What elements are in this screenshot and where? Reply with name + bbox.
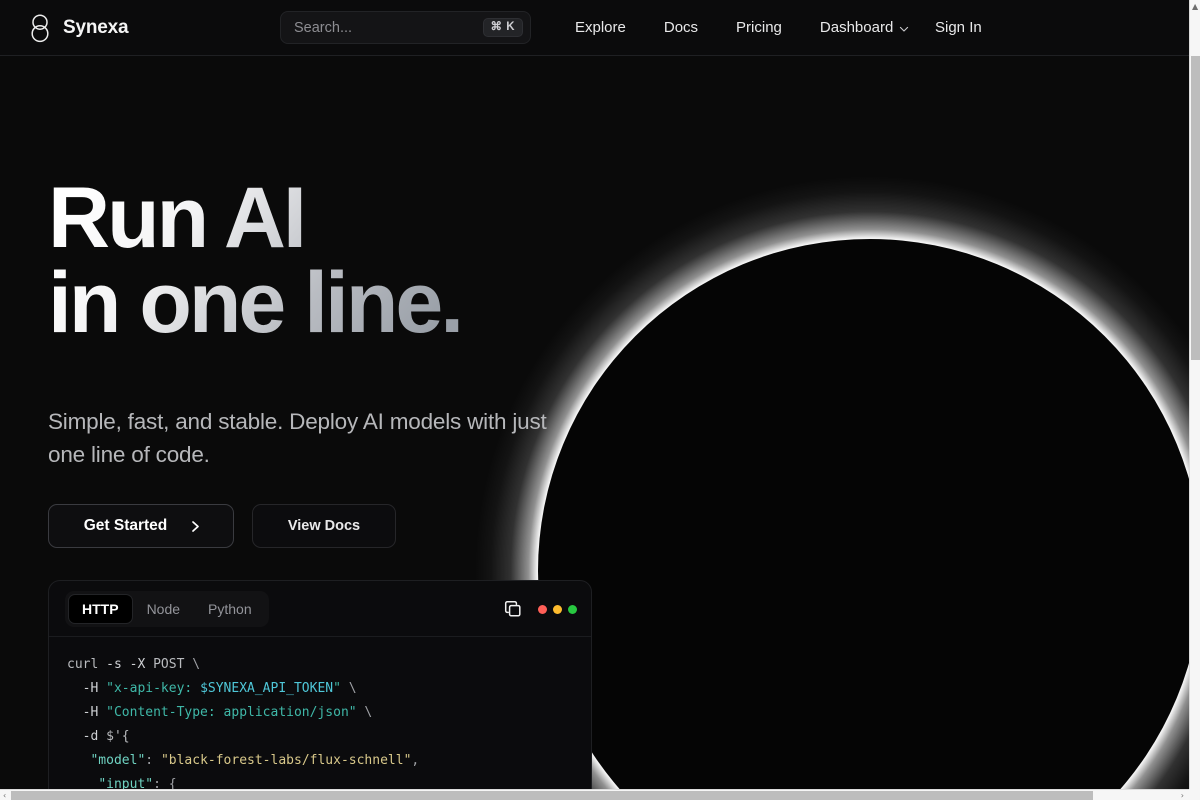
hero-subtitle: Simple, fast, and stable. Deploy AI mode… bbox=[48, 409, 547, 467]
code-token-header-apikey: "x-api-key: bbox=[106, 681, 201, 696]
vertical-scrollbar-thumb[interactable] bbox=[1191, 56, 1200, 360]
code-token-post: POST bbox=[153, 657, 185, 672]
brand-logo-link[interactable]: Synexa bbox=[27, 13, 129, 43]
nav-item-pricing[interactable]: Pricing bbox=[717, 0, 801, 56]
window-dot-red bbox=[538, 604, 547, 614]
site-header: Synexa ⌘ K Explore Docs Pricing Dashboar… bbox=[0, 0, 1189, 56]
window-traffic-lights bbox=[538, 604, 577, 614]
horizontal-scrollbar-thumb[interactable] bbox=[11, 791, 1093, 800]
main-nav: Explore Docs Pricing Dashboard bbox=[556, 0, 928, 56]
code-token-header-content-type: "Content-Type: application/json" bbox=[106, 705, 357, 720]
code-panel-actions bbox=[504, 581, 577, 637]
chevron-right-icon bbox=[189, 520, 202, 533]
get-started-label: Get Started bbox=[83, 517, 168, 534]
code-token-dollar-brace: $'{ bbox=[106, 729, 130, 744]
nav-item-docs[interactable]: Docs bbox=[645, 0, 717, 56]
nav-item-dashboard[interactable]: Dashboard bbox=[801, 0, 928, 56]
code-sample-body: curl -s -X POST \ -H "x-api-key: $SYNEXA… bbox=[49, 637, 591, 789]
copy-icon[interactable] bbox=[504, 600, 522, 618]
code-token-backslash-1: \ bbox=[192, 657, 201, 672]
code-token-key-model: "model" bbox=[90, 753, 146, 768]
brand-name: Synexa bbox=[63, 16, 129, 38]
code-token-open-brace: : { bbox=[153, 777, 177, 789]
horizontal-scrollbar[interactable]: ‹ › bbox=[0, 789, 1200, 800]
code-token-quote-1: " bbox=[333, 681, 341, 696]
nav-item-label: Pricing bbox=[736, 19, 782, 36]
code-sample-panel: HTTP Node Python curl -s -X POST \ -H "x… bbox=[48, 580, 592, 789]
search-shortcut-badge: ⌘ K bbox=[482, 17, 523, 38]
chevron-down-icon bbox=[899, 24, 909, 34]
view-docs-button[interactable]: View Docs bbox=[252, 504, 396, 548]
tab-python[interactable]: Python bbox=[195, 595, 265, 623]
hero-cta-row: Get Started View Docs bbox=[48, 504, 396, 548]
search-input[interactable] bbox=[294, 19, 483, 36]
code-token-flag-X: -X bbox=[129, 657, 146, 672]
nav-item-explore[interactable]: Explore bbox=[556, 0, 645, 56]
code-panel-header: HTTP Node Python bbox=[49, 581, 591, 637]
sign-in-button[interactable]: Sign In bbox=[916, 0, 1001, 56]
search-box[interactable]: ⌘ K bbox=[280, 11, 531, 44]
scroll-left-arrow[interactable]: ‹ bbox=[3, 792, 6, 800]
nav-item-label: Docs bbox=[663, 19, 699, 36]
get-started-button[interactable]: Get Started bbox=[48, 504, 234, 548]
code-token-flag-s: -s bbox=[106, 657, 122, 672]
tab-node[interactable]: Node bbox=[134, 595, 193, 623]
infinity-logo-icon bbox=[27, 13, 53, 43]
code-token-key-input: "input" bbox=[98, 777, 154, 789]
page-title: Run AI in one line. bbox=[48, 170, 464, 352]
window-dot-yellow bbox=[553, 604, 562, 614]
nav-item-label: Dashboard bbox=[819, 19, 894, 36]
code-token-value-model: "black-forest-labs/flux-schnell" bbox=[160, 753, 412, 768]
scroll-up-arrow[interactable]: ▲ bbox=[1192, 3, 1198, 11]
code-token-env-var: $SYNEXA_API_TOKEN bbox=[200, 681, 334, 696]
scroll-right-arrow[interactable]: › bbox=[1181, 792, 1184, 800]
view-docs-label: View Docs bbox=[287, 518, 361, 534]
code-token-backslash-2: \ bbox=[348, 681, 357, 696]
tab-http[interactable]: HTTP bbox=[69, 594, 132, 623]
code-token-comma: , bbox=[411, 753, 420, 768]
scrollbar-corner bbox=[1189, 789, 1200, 800]
browser-viewport: Synexa ⌘ K Explore Docs Pricing Dashboar… bbox=[0, 0, 1200, 800]
code-token-colon-1: : bbox=[145, 753, 161, 768]
code-token-flag-H-1: -H bbox=[82, 681, 99, 696]
page-content: Synexa ⌘ K Explore Docs Pricing Dashboar… bbox=[0, 0, 1189, 789]
code-token-flag-H-2: -H bbox=[82, 705, 99, 720]
vertical-scrollbar[interactable]: ▲ bbox=[1189, 0, 1200, 789]
window-dot-green bbox=[568, 604, 577, 614]
code-token-backslash-3: \ bbox=[364, 705, 373, 720]
code-language-tabs: HTTP Node Python bbox=[65, 590, 269, 627]
nav-item-label: Explore bbox=[575, 19, 626, 36]
code-token-flag-d: -d bbox=[82, 729, 99, 744]
code-token-curl: curl bbox=[67, 657, 99, 672]
